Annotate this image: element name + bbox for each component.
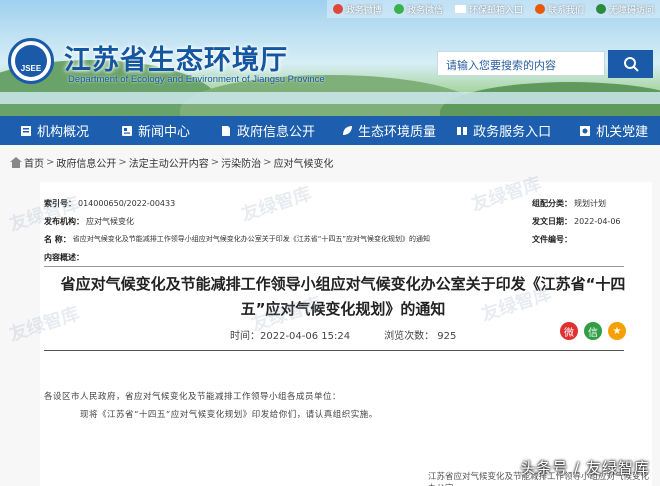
meta-divider xyxy=(44,266,624,267)
body-salutation: 各设区市人民政府，省应对气候变化及节能减排工作领导小组各成员单位： xyxy=(44,392,342,402)
meta-org: 发布机构： 应对气候变化 xyxy=(44,214,134,228)
breadcrumb-legal[interactable]: 法定主动公开内容 xyxy=(129,155,209,170)
top-links: 政务微博 政务微信 环保邮箱入口 联系我们 无障碍访问 xyxy=(326,0,660,18)
mail-icon xyxy=(454,5,466,13)
meta-label: 发文日期： xyxy=(532,216,572,226)
nav-label: 机关党建 xyxy=(596,125,649,140)
toplink-label: 政务微博 xyxy=(345,5,382,16)
document-title: 省应对气候变化及节能减排工作领导小组应对气候变化办公室关于印发《江苏省“十四 五… xyxy=(58,272,628,322)
toplink-wechat[interactable]: 政务微信 xyxy=(388,0,449,18)
nav-label: 生态环境质量 xyxy=(358,125,437,140)
meta-value: 应对气候变化 xyxy=(86,216,134,226)
toplink-contact[interactable]: 联系我们 xyxy=(529,0,590,18)
nav-label: 政府信息公开 xyxy=(237,125,316,140)
toplink-accessibility[interactable]: 无障碍访问 xyxy=(590,0,660,18)
meta-label: 文件编号： xyxy=(532,234,572,244)
meta-label: 内容概述： xyxy=(44,252,84,262)
wechat-icon xyxy=(393,4,404,14)
meta-label: 索引号： xyxy=(44,198,76,208)
nav-item-news[interactable]: 新闻中心 xyxy=(113,116,198,145)
accessibility-icon xyxy=(595,4,606,14)
breadcrumb: 首页 > 政府信息公开 > 法定主动公开内容 > 污染防治 > 应对气候变化 xyxy=(10,155,334,170)
title-divider xyxy=(44,350,624,351)
breadcrumb-home[interactable]: 首页 xyxy=(24,155,44,170)
article-card: 索引号： 014000650/2022-00433 组配分类： 规划计划 发布机构：… xyxy=(40,182,652,486)
share-bar: 微 信 ★ xyxy=(560,322,626,340)
page: 政务微博 政务微信 环保邮箱入口 联系我们 无障碍访问 JSEE 江苏省生态环境… xyxy=(0,0,660,486)
search-input[interactable]: 请输入您要搜索的内容 xyxy=(437,51,605,76)
meta-label: 发布机构： xyxy=(44,216,84,226)
view-count: 浏览次数： 925 xyxy=(384,331,457,342)
service-icon xyxy=(457,126,468,135)
meta-date: 发文日期： 2022-04-06 xyxy=(532,214,621,228)
toplink-label: 无障碍访问 xyxy=(608,5,654,16)
nav-item-institution[interactable]: 机构概况 xyxy=(0,116,97,145)
document-info: 时间：2022-04-06 15:24 浏览次数： 925 xyxy=(230,327,456,342)
nav-item-quality[interactable]: 生态环境质量 xyxy=(333,116,444,145)
breadcrumb-climate[interactable]: 应对气候变化 xyxy=(274,155,334,170)
weibo-icon xyxy=(332,4,343,14)
meta-index: 索引号： 014000650/2022-00433 xyxy=(44,196,175,210)
party-icon xyxy=(580,125,591,136)
main-nav: 机构概况 新闻中心 政府信息公开 生态环境质量 政务服务入口 机关党建 xyxy=(0,116,660,145)
meta-value: 2022-04-06 xyxy=(574,216,621,226)
document-title-line: 五”应对气候变化规划》的通知 xyxy=(240,300,446,318)
share-weibo-icon[interactable]: 微 xyxy=(560,322,578,340)
meta-value: 省应对气候变化及节能减排工作领导小组应对气候变化办公室关于印发《江苏省“十四五”… xyxy=(72,235,431,243)
phone-icon xyxy=(534,4,545,14)
toplink-label: 联系我们 xyxy=(547,5,584,16)
search-icon xyxy=(623,57,639,72)
document-title-line: 省应对气候变化及节能减排工作领导小组应对气候变化办公室关于印发《江苏省“十四 xyxy=(60,275,626,293)
publish-time: 时间：2022-04-06 15:24 xyxy=(230,331,351,342)
banner-lake xyxy=(0,92,660,104)
meta-category: 组配分类： 规划计划 xyxy=(532,196,606,210)
favorite-star-icon[interactable]: ★ xyxy=(608,322,626,340)
toplink-weibo[interactable]: 政务微博 xyxy=(327,0,388,18)
nav-item-info[interactable]: 政府信息公开 xyxy=(212,116,323,145)
search-button[interactable] xyxy=(608,50,653,78)
site-header: 政务微博 政务微信 环保邮箱入口 联系我们 无障碍访问 JSEE 江苏省生态环境… xyxy=(0,0,660,116)
site-title: 江苏省生态环境厅 xyxy=(64,45,288,76)
news-icon xyxy=(122,125,133,136)
share-wechat-icon[interactable]: 信 xyxy=(584,322,602,340)
toplink-label: 环保邮箱入口 xyxy=(468,5,523,16)
breadcrumb-pollution[interactable]: 污染防治 xyxy=(221,155,261,170)
body-paragraph: 现将《江苏省“十四五”应对气候变化规划》印发给你们，请认真组织实施。 xyxy=(80,410,378,420)
nav-label: 新闻中心 xyxy=(138,125,191,140)
meta-docno: 文件编号： xyxy=(532,232,574,246)
toplink-mail[interactable]: 环保邮箱入口 xyxy=(449,0,529,18)
meta-name: 名 称： 省应对气候变化及节能减排工作领导小组应对气候变化办公室关于印发《江苏省“… xyxy=(44,232,514,246)
logo-text: JSEE xyxy=(20,64,42,73)
nav-label: 机构概况 xyxy=(37,125,90,140)
site-subtitle: Department of Ecology and Environment of… xyxy=(68,74,325,85)
breadcrumb-info[interactable]: 政府信息公开 xyxy=(56,155,116,170)
leaf-icon xyxy=(343,125,353,135)
logo-emblem: JSEE xyxy=(15,45,47,77)
meta-value: 规划计划 xyxy=(574,198,606,208)
document-icon xyxy=(222,125,231,136)
site-logo[interactable]: JSEE xyxy=(8,38,54,84)
meta-label: 名 称： xyxy=(44,234,71,244)
source-tag: 头条号 / 友绿智库 xyxy=(520,459,650,477)
toplink-label: 政务微信 xyxy=(406,5,443,16)
institution-icon xyxy=(21,125,31,136)
meta-label: 组配分类： xyxy=(532,198,572,208)
nav-item-service[interactable]: 政务服务入口 xyxy=(448,116,559,145)
home-icon xyxy=(10,157,22,168)
meta-value: 014000650/2022-00433 xyxy=(78,198,176,208)
meta-summary: 内容概述： xyxy=(44,250,86,264)
nav-label: 政务服务入口 xyxy=(473,125,552,140)
nav-item-party[interactable]: 机关党建 xyxy=(571,116,656,145)
